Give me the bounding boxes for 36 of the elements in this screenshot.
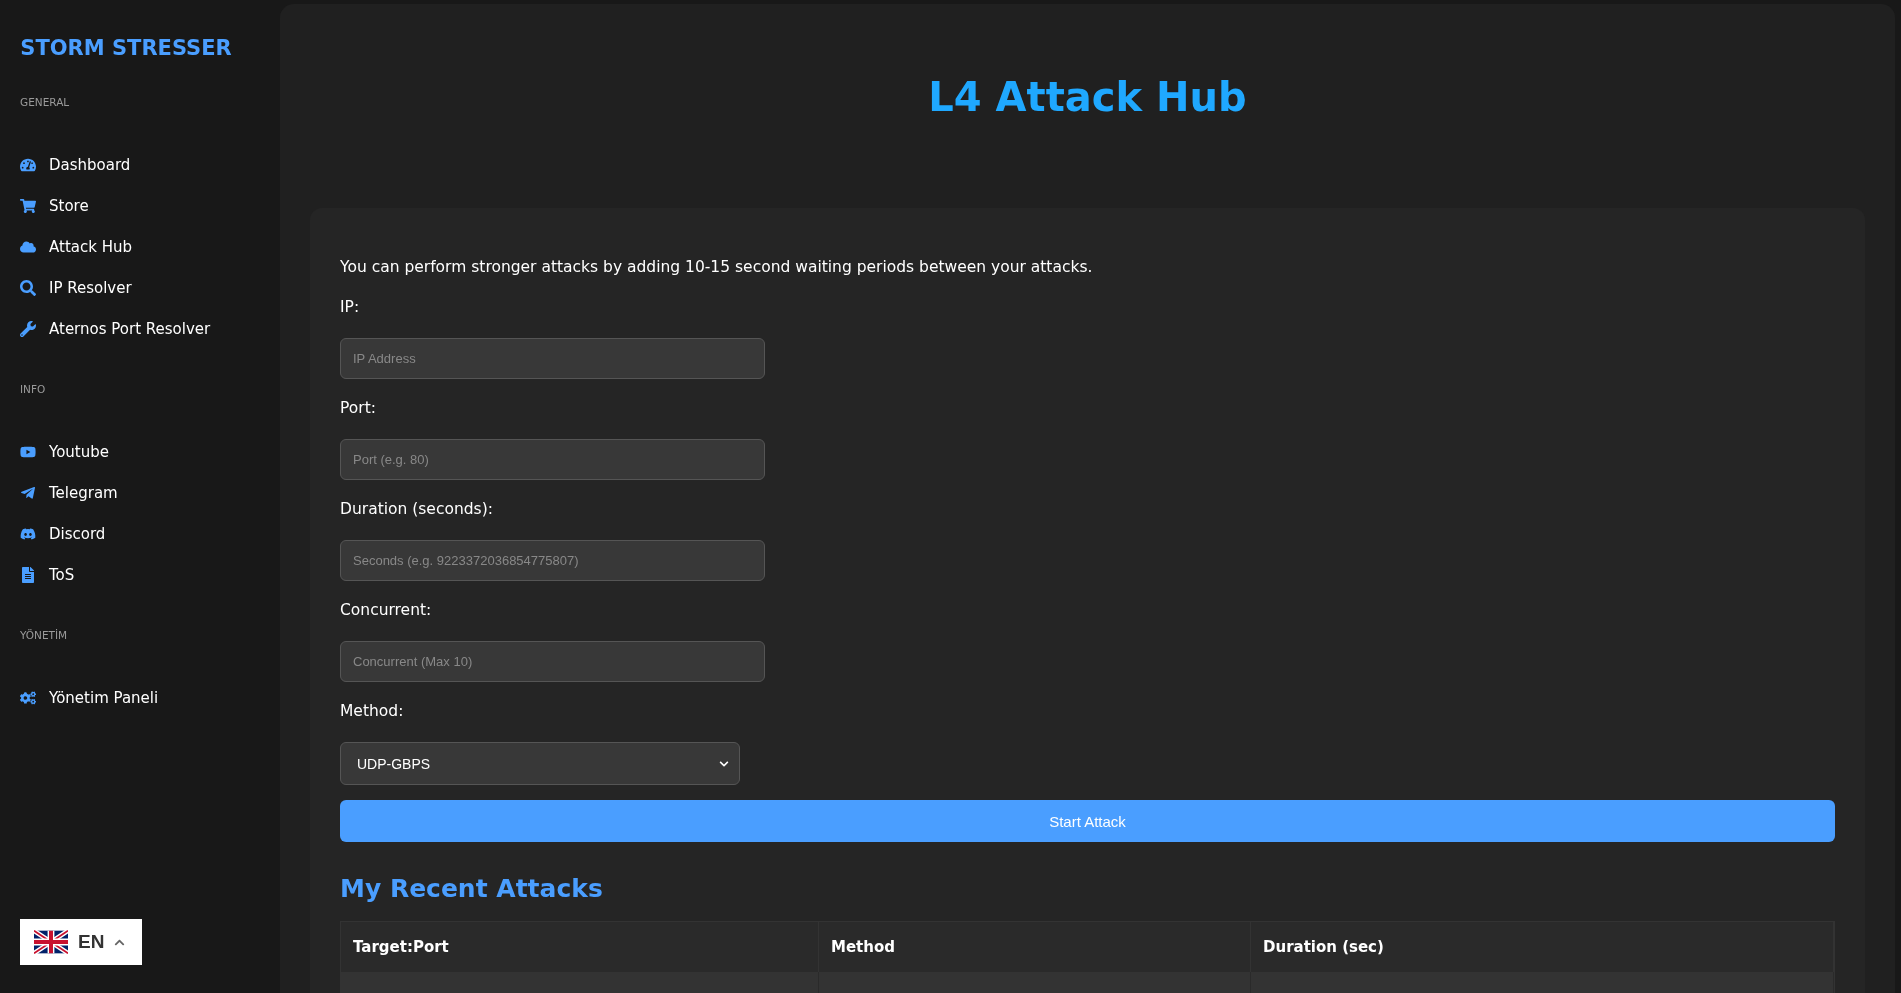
nav-item[interactable]: Store — [20, 185, 232, 226]
input-field[interactable]: Seconds (e.g. 9223372036854775807) — [340, 540, 765, 581]
gears-icon — [20, 689, 39, 706]
brand-logo[interactable]: STORM STRESSER — [20, 36, 232, 60]
section-heading: GENERAL — [20, 96, 71, 108]
section-title: My Recent Attacks — [340, 874, 604, 903]
cloud-icon — [20, 238, 39, 255]
nav-item[interactable]: Aternos Port Resolver — [20, 308, 232, 349]
nav-item[interactable]: Attack Hub — [20, 226, 232, 267]
nav-item[interactable]: Dashboard — [20, 144, 232, 185]
nav-item[interactable]: ToS — [20, 554, 232, 595]
method-select[interactable]: UDP-GBPS — [340, 742, 740, 785]
input-field[interactable]: IP Address — [340, 338, 765, 379]
dashboard-gauge-icon — [20, 156, 39, 173]
nav-item[interactable]: IP Resolver — [20, 267, 232, 308]
section-heading: YÖNETİM — [20, 629, 69, 641]
field-label: Method: — [340, 702, 405, 720]
field-label: IP: — [340, 298, 361, 316]
cart-icon — [20, 197, 39, 214]
nav-item[interactable]: Discord — [20, 513, 232, 554]
chevron-down-icon — [719, 758, 729, 769]
section-heading: INFO — [20, 383, 47, 395]
field-label: Duration (seconds): — [340, 500, 494, 518]
notice-text: You can perform stronger attacks by adding 10-15 second waiting periods between your attacks. — [340, 258, 1094, 276]
input-field[interactable]: Concurrent (Max 10) — [340, 641, 765, 682]
wrench-icon — [20, 320, 39, 337]
search-icon — [20, 279, 39, 296]
language-selector[interactable]: EN — [20, 919, 142, 965]
field-label: Concurrent: — [340, 601, 433, 619]
nav-item[interactable]: Yönetim Paneli — [20, 677, 232, 718]
nav-item[interactable]: Telegram — [20, 472, 232, 513]
nav-item[interactable]: Youtube — [20, 431, 232, 472]
field-label: Port: — [340, 399, 377, 417]
flag-icon — [34, 930, 68, 954]
page-title: L4 Attack Hub — [927, 74, 1248, 120]
input-field[interactable]: Port (e.g. 80) — [340, 439, 765, 480]
